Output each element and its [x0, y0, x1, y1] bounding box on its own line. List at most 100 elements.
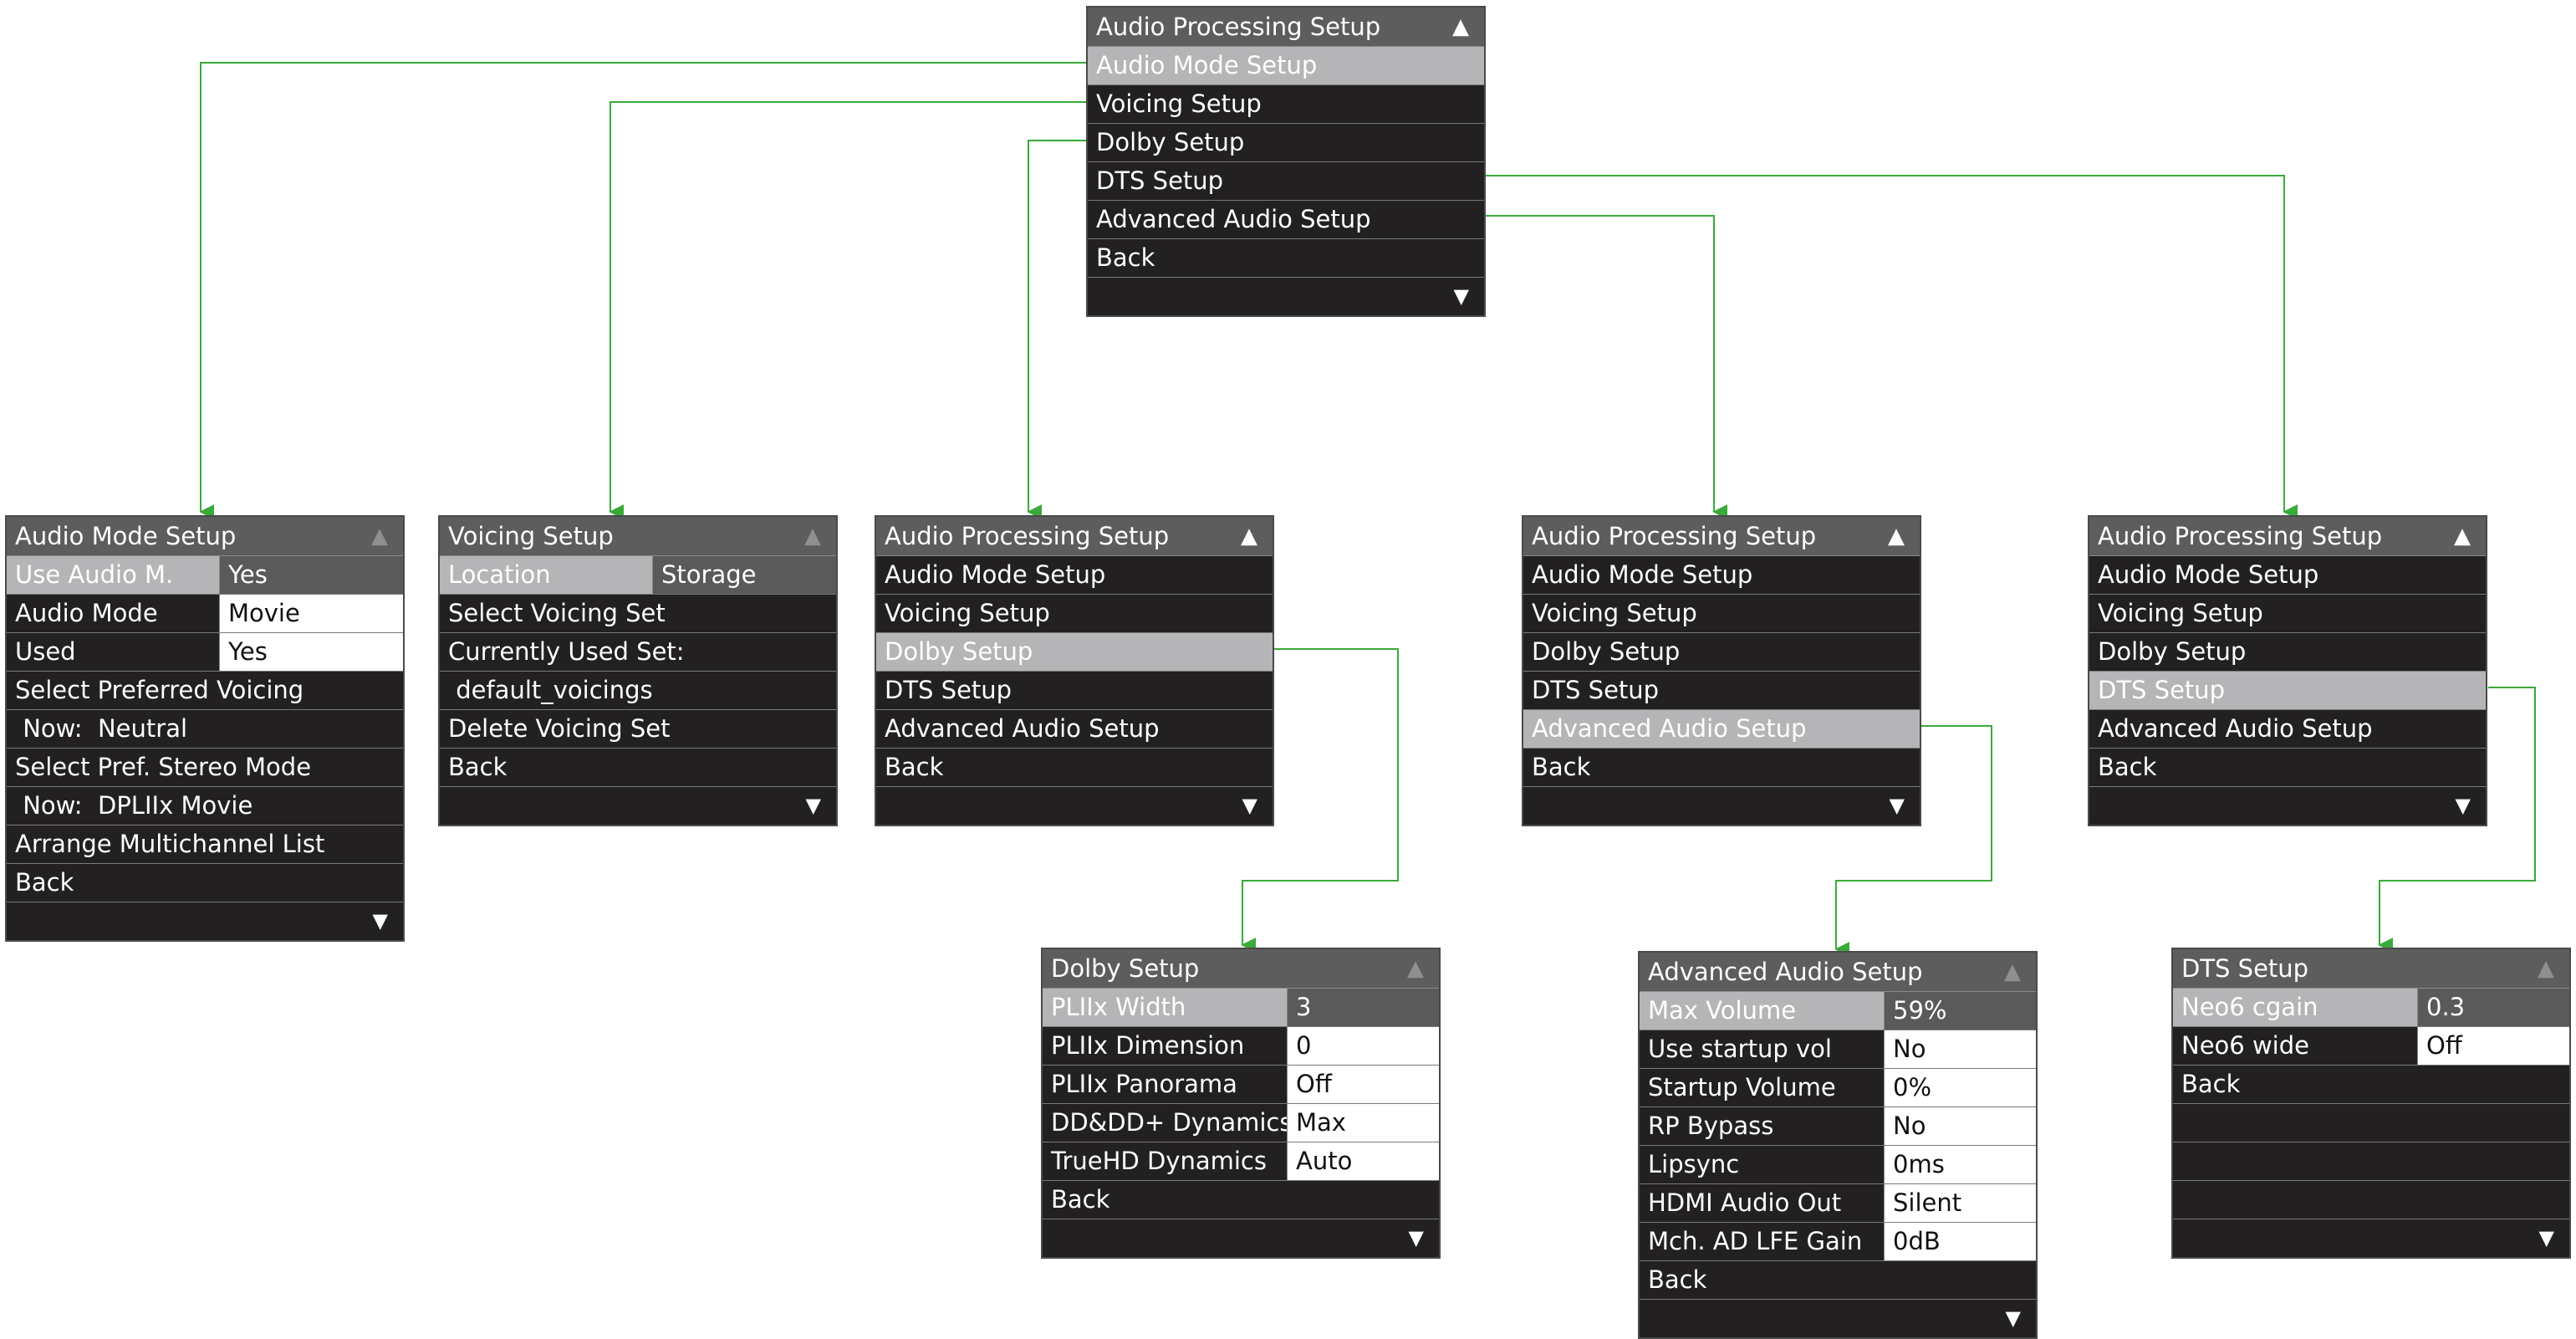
menu-item-advanced-audio-setup[interactable]: Advanced Audio Setup	[1523, 710, 1920, 749]
setting-rp-bypass[interactable]: RP Bypass No	[1640, 1107, 2036, 1146]
menu-item-select-preferred-voicing[interactable]: Select Preferred Voicing	[7, 672, 403, 710]
menu-item-voicing-setup[interactable]: Voicing Setup	[2089, 595, 2486, 633]
menu-item-arrange-multichannel-list[interactable]: Arrange Multichannel List	[7, 825, 403, 864]
menu-item-label: Back	[2098, 753, 2157, 781]
menu-item-back[interactable]: Back	[1043, 1181, 1439, 1219]
setting-pliix-width[interactable]: PLIIx Width 3	[1043, 989, 1439, 1027]
setting-neo6-wide[interactable]: Neo6 wide Off	[2173, 1027, 2569, 1066]
menu-item-back[interactable]: Back	[1523, 749, 1920, 787]
menu-item-audio-mode-setup[interactable]: Audio Mode Setup	[2089, 556, 2486, 595]
chevron-down-icon[interactable]: ▼	[1242, 787, 1273, 825]
setting-value[interactable]: Off	[1287, 1066, 1439, 1103]
setting-startup-volume[interactable]: Startup Volume 0%	[1640, 1069, 2036, 1107]
setting-value[interactable]: 0ms	[1884, 1146, 2036, 1183]
setting-value[interactable]: 0%	[1884, 1069, 2036, 1106]
menu-item-delete-voicing-set[interactable]: Delete Voicing Set	[440, 710, 836, 749]
setting-value[interactable]: Yes	[219, 633, 403, 671]
chevron-up-icon[interactable]: ▲	[804, 517, 821, 555]
setting-value[interactable]: 0dB	[1884, 1223, 2036, 1260]
chevron-down-icon[interactable]: ▼	[1409, 1219, 1439, 1257]
chevron-up-icon[interactable]: ▲	[2004, 953, 2021, 991]
setting-use-audio-mode[interactable]: Use Audio M. Yes	[7, 556, 403, 595]
setting-value[interactable]: Movie	[219, 595, 403, 632]
chevron-up-icon[interactable]: ▲	[1407, 949, 1424, 988]
chevron-down-icon[interactable]: ▼	[2539, 1219, 2569, 1257]
chevron-up-icon[interactable]: ▲	[1452, 8, 1469, 46]
menu-item-back[interactable]: Back	[2089, 749, 2486, 787]
setting-value[interactable]: No	[1884, 1030, 2036, 1068]
menu-item-label: Advanced Audio Setup	[1532, 714, 1807, 743]
setting-hdmi-audio-out[interactable]: HDMI Audio Out Silent	[1640, 1184, 2036, 1223]
setting-neo6-cgain[interactable]: Neo6 cgain 0.3	[2173, 989, 2569, 1027]
menu-item-select-voicing-set[interactable]: Select Voicing Set	[440, 595, 836, 633]
setting-value[interactable]: No	[1884, 1107, 2036, 1145]
setting-mch-ad-lfe-gain[interactable]: Mch. AD LFE Gain 0dB	[1640, 1223, 2036, 1261]
menu-item-dts-setup[interactable]: DTS Setup	[1523, 672, 1920, 710]
menu-item-select-stereo-mode[interactable]: Select Pref. Stereo Mode	[7, 749, 403, 787]
menu-item-label: Arrange Multichannel List	[15, 830, 325, 858]
setting-value[interactable]: 3	[1287, 989, 1439, 1026]
setting-use-startup-vol[interactable]: Use startup vol No	[1640, 1030, 2036, 1069]
chevron-down-icon[interactable]: ▼	[1454, 278, 1484, 315]
setting-pliix-panorama[interactable]: PLIIx Panorama Off	[1043, 1066, 1439, 1104]
menu-item-dolby-setup[interactable]: Dolby Setup	[1088, 124, 1484, 162]
setting-pliix-dimension[interactable]: PLIIx Dimension 0	[1043, 1027, 1439, 1066]
menu-item-audio-mode-setup[interactable]: Audio Mode Setup	[1523, 556, 1920, 595]
setting-lipsync[interactable]: Lipsync 0ms	[1640, 1146, 2036, 1184]
menu-item-advanced-audio-setup[interactable]: Advanced Audio Setup	[1088, 201, 1484, 239]
setting-value[interactable]: 0	[1287, 1027, 1439, 1065]
menu-item-back[interactable]: Back	[7, 864, 403, 902]
menu-item-dts-setup[interactable]: DTS Setup	[1088, 162, 1484, 201]
setting-used[interactable]: Used Yes	[7, 633, 403, 672]
setting-location[interactable]: Location Storage	[440, 556, 836, 595]
menu-item-back[interactable]: Back	[440, 749, 836, 787]
setting-value[interactable]: Max	[1287, 1104, 1439, 1142]
menu-item-advanced-audio-setup[interactable]: Advanced Audio Setup	[876, 710, 1273, 749]
menu-item-back[interactable]: Back	[2173, 1066, 2569, 1104]
chevron-up-icon[interactable]: ▲	[2538, 949, 2554, 988]
chevron-down-icon[interactable]: ▼	[2006, 1300, 2036, 1337]
menu-item-dolby-setup[interactable]: Dolby Setup	[876, 633, 1273, 672]
menu-item-voicing-setup[interactable]: Voicing Setup	[1088, 85, 1484, 124]
menu-item-back[interactable]: Back	[1640, 1261, 2036, 1300]
menu-item-dolby-setup[interactable]: Dolby Setup	[1523, 633, 1920, 672]
setting-dd-dynamics[interactable]: DD&DD+ Dynamics Max	[1043, 1104, 1439, 1142]
menu-item-dts-setup[interactable]: DTS Setup	[2089, 672, 2486, 710]
setting-value[interactable]: Off	[2417, 1027, 2569, 1065]
setting-value[interactable]: Auto	[1287, 1142, 1439, 1180]
menu-item-label: Back	[1096, 243, 1155, 272]
setting-value[interactable]: Yes	[219, 556, 403, 594]
chevron-down-icon[interactable]: ▼	[1890, 787, 1920, 825]
chevron-down-icon[interactable]: ▼	[373, 902, 403, 940]
audio-processing-menu-advanced: Audio Processing Setup ▲ Audio Mode Setu…	[1522, 515, 1921, 826]
menu-title: Advanced Audio Setup ▲	[1640, 953, 2036, 992]
setting-label: HDMI Audio Out	[1648, 1188, 1842, 1217]
advanced-audio-setup-menu: Advanced Audio Setup ▲ Max Volume 59% Us…	[1638, 951, 2038, 1339]
chevron-up-icon[interactable]: ▲	[1241, 517, 1257, 555]
menu-item-dts-setup[interactable]: DTS Setup	[876, 672, 1273, 710]
setting-value[interactable]: Silent	[1884, 1184, 2036, 1222]
chevron-down-icon[interactable]: ▼	[2456, 787, 2486, 825]
chevron-up-icon[interactable]: ▲	[2454, 517, 2471, 555]
connector-advanced	[1486, 215, 1728, 519]
menu-item-audio-mode-setup[interactable]: Audio Mode Setup	[1088, 47, 1484, 85]
menu-item-label: DTS Setup	[1096, 166, 1224, 195]
setting-value[interactable]: 59%	[1884, 992, 2036, 1030]
chevron-up-icon[interactable]: ▲	[371, 517, 388, 555]
setting-max-volume[interactable]: Max Volume 59%	[1640, 992, 2036, 1030]
chevron-down-icon[interactable]: ▼	[806, 787, 836, 825]
menu-item-back[interactable]: Back	[1088, 239, 1484, 278]
chevron-up-icon[interactable]: ▲	[1888, 517, 1905, 555]
menu-item-advanced-audio-setup[interactable]: Advanced Audio Setup	[2089, 710, 2486, 749]
menu-item-voicing-setup[interactable]: Voicing Setup	[876, 595, 1273, 633]
menu-scroll-footer: ▼	[7, 902, 403, 940]
menu-item-audio-mode-setup[interactable]: Audio Mode Setup	[876, 556, 1273, 595]
menu-item-dolby-setup[interactable]: Dolby Setup	[2089, 633, 2486, 672]
setting-audio-mode[interactable]: Audio Mode Movie	[7, 595, 403, 633]
setting-value[interactable]: 0.3	[2417, 989, 2569, 1026]
menu-item-voicing-setup[interactable]: Voicing Setup	[1523, 595, 1920, 633]
menu-item-back[interactable]: Back	[876, 749, 1273, 787]
setting-value[interactable]: Storage	[652, 556, 836, 594]
connector-voicing	[609, 101, 1087, 519]
setting-truehd-dynamics[interactable]: TrueHD Dynamics Auto	[1043, 1142, 1439, 1181]
